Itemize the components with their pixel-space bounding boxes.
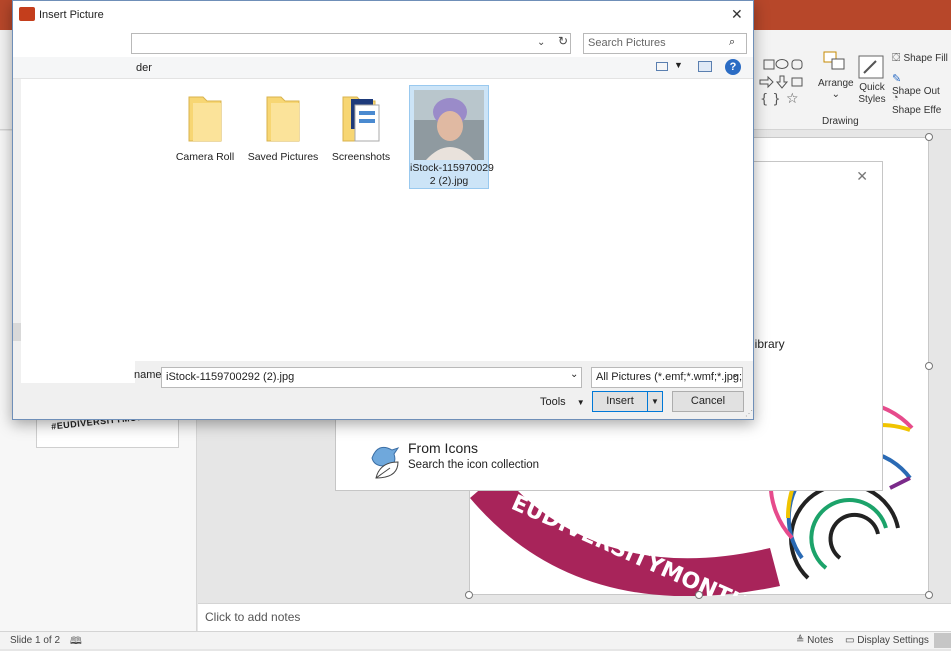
dialog-titlebar: Insert Picture ✕ — [13, 1, 753, 31]
chevron-down-icon: ▼ — [576, 398, 585, 407]
insert-picture-dialog: Insert Picture ✕ ⌄ ↻ Search Pictures ⌕ d… — [12, 0, 754, 420]
scrollbar[interactable] — [13, 323, 21, 341]
filename-value: iStock-1159700292 (2).jpg — [166, 371, 295, 383]
file-name: Saved Pictures — [247, 151, 319, 163]
cancel-button[interactable]: Cancel — [672, 391, 744, 412]
resize-grip-icon[interactable]: ⋰ — [745, 409, 753, 418]
refresh-icon[interactable]: ↻ — [558, 34, 568, 48]
pen-icon: ✎ — [892, 73, 902, 85]
notes-label: Notes — [807, 635, 834, 646]
insert-label: Insert — [606, 395, 634, 407]
paint-bucket-icon: ⛋ — [892, 52, 901, 64]
dialog-toolbar: der ▼ ? — [13, 57, 753, 79]
from-icons-subtitle: Search the icon collection — [408, 459, 540, 471]
shape-fill-button[interactable]: ⛋ Shape Fill — [892, 52, 948, 65]
search-input[interactable]: Search Pictures — [583, 33, 747, 54]
preview-pane-icon[interactable] — [698, 61, 712, 72]
file-name: Screenshots — [331, 151, 391, 163]
file-type-value: All Pictures (*.emf;*.wmf;*.jpg;* — [596, 371, 743, 383]
search-icon: ⌕ — [729, 36, 736, 48]
help-icon[interactable]: ? — [725, 59, 741, 75]
file-list: Camera Roll Saved Pictures Screenshots i… — [135, 79, 753, 361]
filename-label: name: — [134, 369, 165, 381]
svg-text:☆: ☆ — [786, 91, 799, 107]
display-settings-button[interactable]: ▭ Display Settings — [845, 635, 929, 646]
file-type-select[interactable]: All Pictures (*.emf;*.wmf;*.jpg;* — [591, 367, 743, 388]
view-menu-icon[interactable] — [656, 62, 668, 71]
display-icon: ▭ — [845, 635, 855, 646]
tools-menu[interactable]: Tools ▼ — [540, 396, 585, 408]
shape-effects-button[interactable]: ◔ Shape Effe — [892, 92, 951, 116]
resize-handle[interactable] — [925, 591, 933, 599]
search-placeholder: Search Pictures — [588, 37, 666, 49]
dialog-title: Insert Picture — [39, 9, 104, 21]
svg-text:{ }: { } — [760, 92, 781, 107]
arrange-label: Arrange — [818, 78, 854, 89]
effects-icon: ◔ — [892, 92, 899, 104]
arrange-icon — [823, 51, 845, 70]
resize-handle[interactable] — [465, 591, 473, 599]
from-icons-title: From Icons — [408, 440, 479, 456]
notes-pane[interactable]: Click to add notes — [198, 603, 951, 631]
notes-placeholder: Click to add notes — [205, 610, 301, 624]
folder-icon — [188, 96, 222, 142]
spell-check-icon[interactable]: 🕮 — [70, 634, 82, 651]
close-icon[interactable]: ✕ — [731, 6, 743, 23]
shape-effects-label: Shape Effe — [892, 105, 942, 116]
folder-item-screenshots[interactable]: Screenshots — [321, 93, 401, 164]
normal-view-button[interactable] — [934, 633, 951, 648]
slide-counter: Slide 1 of 2 — [10, 635, 61, 646]
quick-styles-label: Quick Styles — [858, 82, 886, 105]
shape-fill-label: Shape Fill — [903, 53, 948, 64]
shapes-icon: { } ☆ — [759, 59, 803, 107]
bird-leaf-icon — [371, 446, 400, 479]
navigation-pane[interactable] — [21, 79, 135, 383]
shapes-gallery[interactable]: { } ☆ — [750, 56, 814, 112]
quick-styles-icon — [858, 55, 884, 79]
resize-handle[interactable] — [925, 133, 933, 141]
chevron-down-icon[interactable]: ▼ — [674, 60, 683, 70]
insert-button[interactable]: Insert — [592, 391, 648, 412]
file-item-selected-image[interactable]: iStock-115970029 2 (2).jpg — [409, 85, 494, 189]
status-bar: Slide 1 of 2 🕮 ≜ Notes ▭ Display Setting… — [0, 631, 951, 649]
image-thumbnail — [414, 90, 484, 160]
resize-handle[interactable] — [925, 362, 933, 370]
file-name: Camera Roll — [175, 151, 235, 163]
filename-input[interactable]: iStock-1159700292 (2).jpg — [161, 367, 582, 388]
folder-item-camera-roll[interactable]: Camera Roll — [165, 93, 245, 164]
chevron-down-icon[interactable]: ⌄ — [570, 369, 578, 380]
chevron-down-icon[interactable]: ⌄ — [731, 369, 739, 380]
new-folder-button[interactable]: der — [136, 62, 152, 74]
powerpoint-icon — [19, 7, 35, 21]
arrange-button[interactable]: Arrange ⌄ — [818, 51, 854, 100]
address-row: ⌄ ↻ Search Pictures ⌕ — [13, 31, 753, 57]
file-name: iStock-115970029 2 (2).jpg — [410, 162, 494, 187]
tools-label: Tools — [540, 396, 566, 408]
insert-dropdown-button[interactable]: ▼ — [647, 391, 663, 412]
cancel-label: Cancel — [690, 395, 726, 407]
chevron-down-icon[interactable]: ⌄ — [537, 37, 545, 48]
folder-item-saved-pictures[interactable]: Saved Pictures — [243, 93, 323, 164]
close-icon[interactable]: ✕ — [856, 168, 868, 185]
notes-icon: ≜ — [796, 635, 805, 646]
display-settings-label: Display Settings — [857, 635, 929, 646]
folder-icon — [342, 96, 380, 142]
address-bar[interactable] — [131, 33, 571, 54]
chevron-down-icon: ⌄ — [831, 89, 840, 100]
quick-styles-button[interactable]: Quick Styles — [855, 50, 889, 112]
drawing-group-label: Drawing — [822, 116, 859, 127]
notes-toggle[interactable]: ≜ Notes — [796, 635, 833, 646]
folder-icon — [266, 96, 300, 142]
from-icons-option[interactable]: From Icons Search the icon collection — [362, 438, 612, 484]
resize-handle[interactable] — [695, 591, 703, 599]
